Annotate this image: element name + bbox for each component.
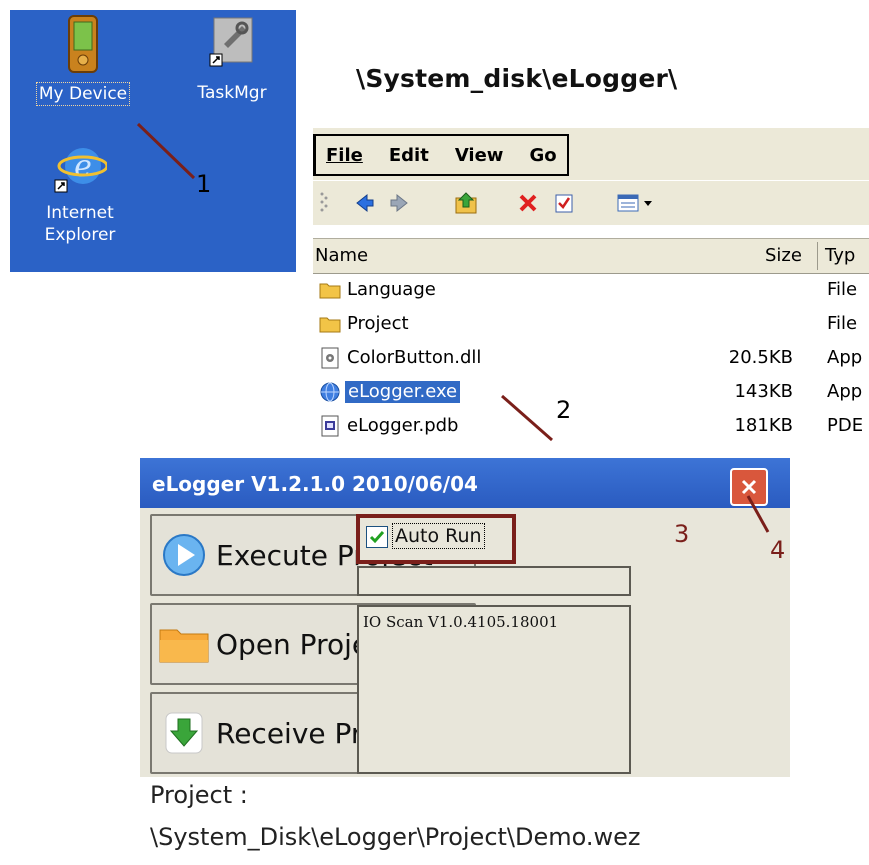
arrow-2 bbox=[501, 394, 553, 442]
annotation-number-3: 3 bbox=[674, 520, 690, 548]
arrow-1 bbox=[136, 122, 196, 180]
annotation-number-2: 2 bbox=[556, 396, 572, 424]
annotation-number-4: 4 bbox=[770, 536, 786, 564]
annotation-arrows bbox=[136, 122, 770, 533]
annotation-number-1: 1 bbox=[196, 170, 212, 198]
arrow-4 bbox=[746, 495, 770, 533]
